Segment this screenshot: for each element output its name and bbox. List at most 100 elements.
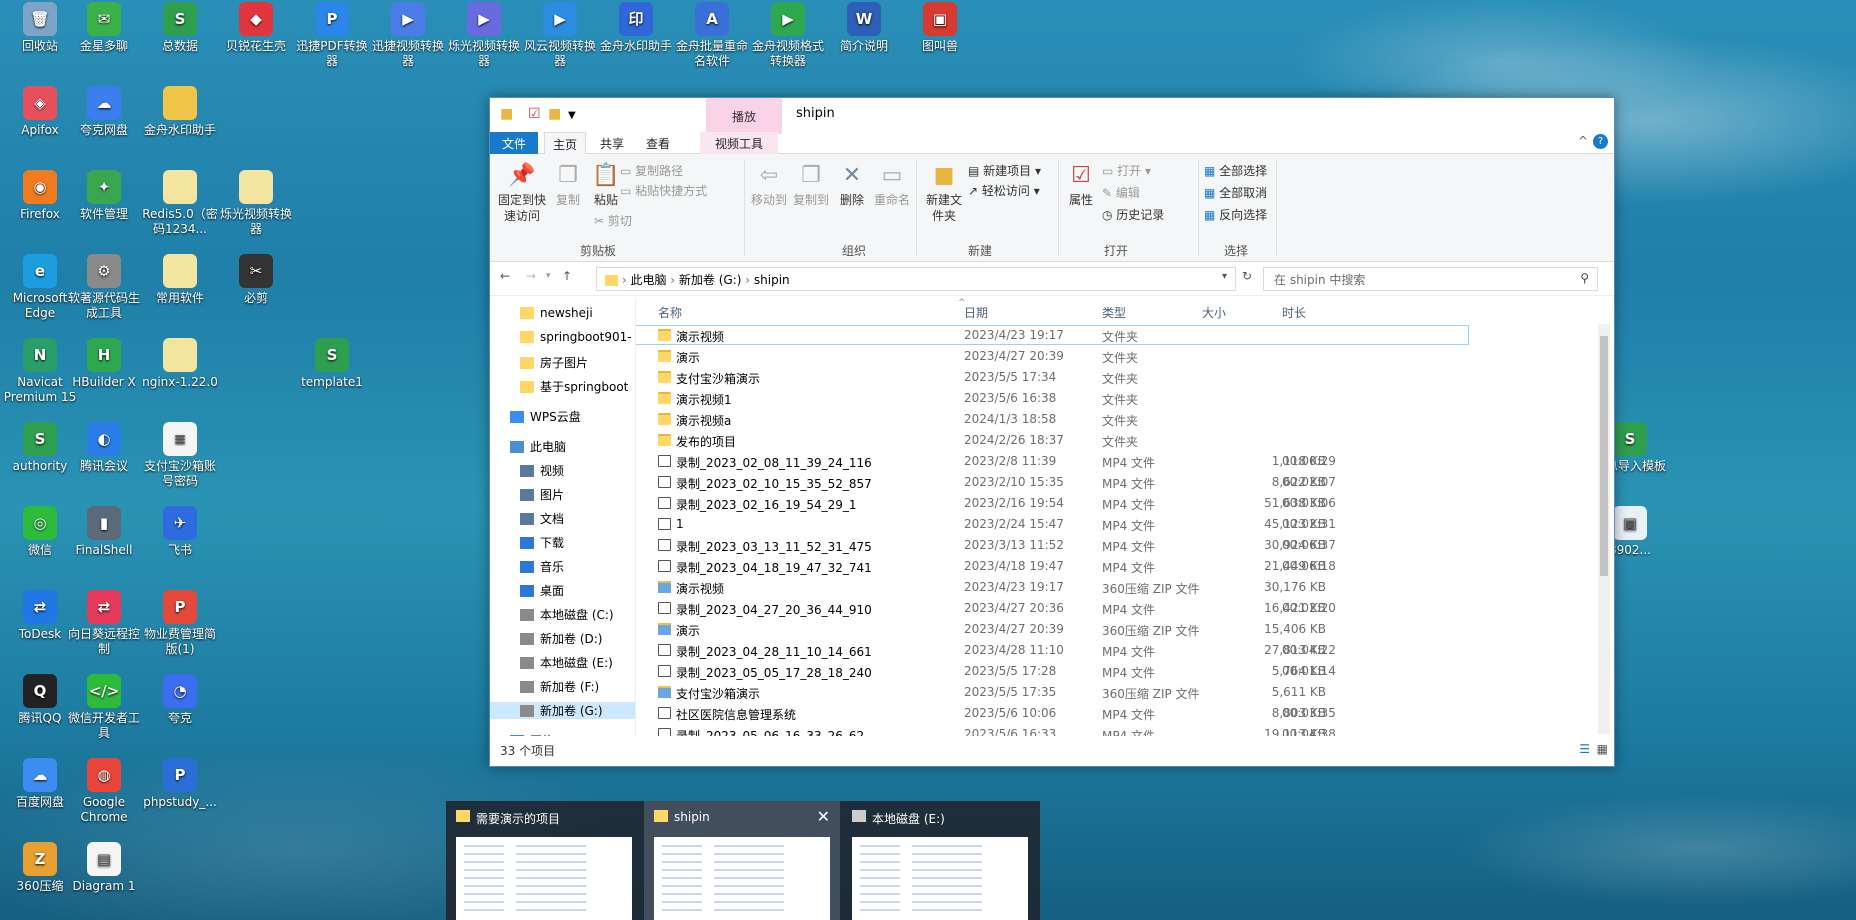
desktop-icon[interactable]: Stemplate1: [292, 338, 372, 390]
large-icons-view-icon[interactable]: ▦: [1597, 742, 1608, 756]
desktop-icon[interactable]: ▶ 烁光视频转换器: [444, 2, 524, 69]
navigation-pane[interactable]: newsheji springboot901- 房子图片 基于springboot WP…: [490, 298, 636, 736]
nav-item[interactable]: 音乐: [520, 558, 635, 575]
pin-quick-access-button[interactable]: 📌 固定到快速访问: [494, 162, 550, 224]
move-to-button[interactable]: ⇦ 移动到: [750, 162, 788, 208]
search-input[interactable]: 在 shipin 中搜索 ⚲: [1263, 267, 1598, 291]
paste-button[interactable]: 📋 粘贴: [588, 162, 624, 208]
vertical-scrollbar[interactable]: [1598, 324, 1610, 734]
desktop-icon[interactable]: ⚙ 软著源代码生成工具: [64, 254, 144, 321]
new-folder-quick-icon[interactable]: ■: [548, 106, 561, 122]
properties-button[interactable]: ☑ 属性: [1064, 162, 1098, 208]
desktop-icon[interactable]: ▶ 金舟视频格式转换器: [748, 2, 828, 69]
nav-item[interactable]: 新加卷 (G:): [490, 702, 635, 719]
new-item-button[interactable]: ▤ 新建项目 ▾: [968, 162, 1041, 179]
table-row[interactable]: 演示 2023/4/27 20:39 文件夹: [636, 347, 1616, 365]
taskbar-preview[interactable]: shipin ✕: [644, 801, 840, 920]
table-row[interactable]: 演示视频a 2024/1/3 18:58 文件夹: [636, 410, 1616, 428]
desktop-icon[interactable]: 常用软件: [140, 254, 220, 306]
desktop-icon[interactable]: ✉ 金星多聊: [64, 2, 144, 54]
taskbar-preview[interactable]: 需要演示的项目: [446, 801, 642, 920]
file-list[interactable]: 名称 ^ 日期 类型 大小 时长 演示视频 2023/4/23 19:17 文件夹演…: [636, 298, 1616, 736]
history-button[interactable]: ◷ 历史记录: [1102, 206, 1164, 223]
open-button[interactable]: ▭ 打开 ▾: [1102, 162, 1151, 179]
desktop-icon[interactable]: H HBuilder X: [64, 338, 144, 390]
tab-video-tools[interactable]: 视频工具: [700, 132, 778, 154]
nav-item[interactable]: WPS云盘: [510, 408, 634, 425]
desktop-icon[interactable]: ▶ 迅捷视频转换器: [368, 2, 448, 69]
nav-item[interactable]: 房子图片: [520, 354, 635, 371]
desktop-icon[interactable]: ▣ 图叫兽: [900, 2, 980, 54]
copy-button[interactable]: ❐ 复制: [552, 162, 584, 208]
table-row[interactable]: 支付宝沙箱演示 2023/5/5 17:35 360压缩 ZIP 文件 5,611 K…: [636, 683, 1616, 701]
table-row[interactable]: 录制_2023_02_10_15_35_52_857 2023/2/10 15:3…: [636, 473, 1616, 491]
breadcrumb-this-pc[interactable]: 此电脑: [630, 273, 666, 287]
tab-share[interactable]: 共享: [590, 132, 634, 154]
desktop-icon[interactable]: ▶ 风云视频转换器: [520, 2, 600, 69]
desktop-icon[interactable]: 金舟水印助手: [140, 86, 220, 138]
desktop-icon[interactable]: ▤ Diagram 1: [64, 842, 144, 894]
nav-item[interactable]: 桌面: [520, 582, 635, 599]
table-row[interactable]: 录制_2023_03_13_11_52_31_475 2023/3/13 11:5…: [636, 536, 1616, 554]
nav-item[interactable]: 下载: [520, 534, 635, 551]
desktop-icon[interactable]: Pphpstudy_...: [140, 758, 220, 810]
table-row[interactable]: 录制_2023_04_28_11_10_14_661 2023/4/28 11:1…: [636, 641, 1616, 659]
table-row[interactable]: 社区医院信息管理系统 2023/5/6 10:06 MP4 文件 8,803 KB 00…: [636, 704, 1616, 722]
desktop-icon[interactable]: P 物业费管理简版(1): [140, 590, 220, 657]
table-row[interactable]: 录制_2023_04_27_20_36_44_910 2023/4/27 20:3…: [636, 599, 1616, 617]
table-row[interactable]: 演示视频1 2023/5/6 16:38 文件夹: [636, 389, 1616, 407]
desktop-icon[interactable]: P 迅捷PDF转换器: [292, 2, 372, 69]
column-duration[interactable]: 时长: [1282, 304, 1306, 321]
breadcrumb-shipin[interactable]: shipin: [754, 273, 790, 287]
column-size[interactable]: 大小: [1202, 304, 1226, 321]
desktop-icon[interactable]: ✦ 软件管理: [64, 170, 144, 222]
customize-quick-access-icon[interactable]: ▼: [568, 110, 576, 121]
desktop-icon[interactable]: A 金舟批量重命名软件: [672, 2, 752, 69]
column-date[interactable]: 日期: [964, 304, 988, 321]
desktop-icon[interactable]: ✈ 飞书: [140, 506, 220, 558]
tab-home[interactable]: 主页: [544, 132, 586, 154]
address-box[interactable]: › 此电脑 › 新加卷 (G:) › shipin ▾: [596, 267, 1236, 291]
title-bar[interactable]: ■ ☑ ■ ▼ 播放 shipin: [490, 98, 1614, 134]
table-row[interactable]: 录制_2023_02_16_19_54_29_1 2023/2/16 19:54 M…: [636, 494, 1616, 512]
nav-item[interactable]: 文档: [520, 510, 635, 527]
table-row[interactable]: 演示视频 2023/4/23 19:17 360压缩 ZIP 文件 30,176 KB: [636, 578, 1616, 596]
desktop-icon[interactable]: ◔ 夸克: [140, 674, 220, 726]
context-tab-play[interactable]: 播放: [706, 98, 782, 134]
desktop-icon[interactable]: ✂ 必剪: [216, 254, 296, 306]
nav-item[interactable]: springboot901-: [520, 330, 635, 344]
desktop-icon[interactable]: ≡ 支付宝沙箱账号密码: [140, 422, 220, 489]
recent-chevron-icon[interactable]: ▾: [546, 271, 551, 281]
desktop-icon[interactable]: </> 微信开发者工具: [64, 674, 144, 741]
cut-button[interactable]: ✂ 剪切: [594, 212, 632, 229]
select-all-button[interactable]: ▦ 全部选择: [1204, 162, 1267, 179]
table-row[interactable]: 录制_2023_05_06_16_33_26_62 2023/5/6 16:33 M…: [636, 725, 1616, 736]
details-view-icon[interactable]: ☰: [1579, 742, 1590, 756]
nav-item[interactable]: 视频: [520, 462, 635, 479]
desktop-icon[interactable]: ☁ 夸克网盘: [64, 86, 144, 138]
nav-item[interactable]: 本地磁盘 (E:): [520, 654, 635, 671]
forward-arrow-icon[interactable]: →: [526, 269, 536, 283]
copy-to-button[interactable]: ❐ 复制到: [792, 162, 830, 208]
desktop-icon[interactable]: ▮ FinalShell: [64, 506, 144, 558]
desktop-icon[interactable]: ◐ 腾讯会议: [64, 422, 144, 474]
desktop-icon[interactable]: ◆ 贝锐花生壳: [216, 2, 296, 54]
invert-selection-button[interactable]: ▦ 反向选择: [1204, 206, 1267, 223]
table-row[interactable]: 录制_2023_04_18_19_47_32_741 2023/4/18 19:4…: [636, 557, 1616, 575]
table-row[interactable]: 录制_2023_02_08_11_39_24_116 2023/2/8 11:39…: [636, 452, 1616, 470]
close-icon[interactable]: ✕: [817, 807, 830, 826]
desktop-icon[interactable]: nginx-1.22.0: [140, 338, 220, 390]
nav-item[interactable]: 图片: [520, 486, 635, 503]
nav-item[interactable]: 此电脑: [510, 438, 634, 455]
copy-path-button[interactable]: ▭ 复制路径: [620, 162, 683, 179]
nav-item[interactable]: 基于springboot: [520, 378, 635, 395]
file-explorer-window[interactable]: ■ ☑ ■ ▼ 播放 shipin 文件 主页 共享 查看 视频工具 ^ ? 📌…: [489, 97, 1615, 767]
desktop-icon[interactable]: 烁光视频转换器: [216, 170, 296, 237]
properties-quick-icon[interactable]: ☑: [528, 106, 541, 122]
easy-access-button[interactable]: ↗ 轻松访问 ▾: [968, 182, 1040, 199]
desktop-icon[interactable]: S 总数据: [140, 2, 220, 54]
breadcrumb-drive-g[interactable]: 新加卷 (G:): [679, 273, 742, 287]
table-row[interactable]: 演示 2023/4/27 20:39 360压缩 ZIP 文件 15,406 KB: [636, 620, 1616, 638]
tab-view[interactable]: 查看: [636, 132, 680, 154]
desktop-icon[interactable]: ⇄ 向日葵远程控制: [64, 590, 144, 657]
